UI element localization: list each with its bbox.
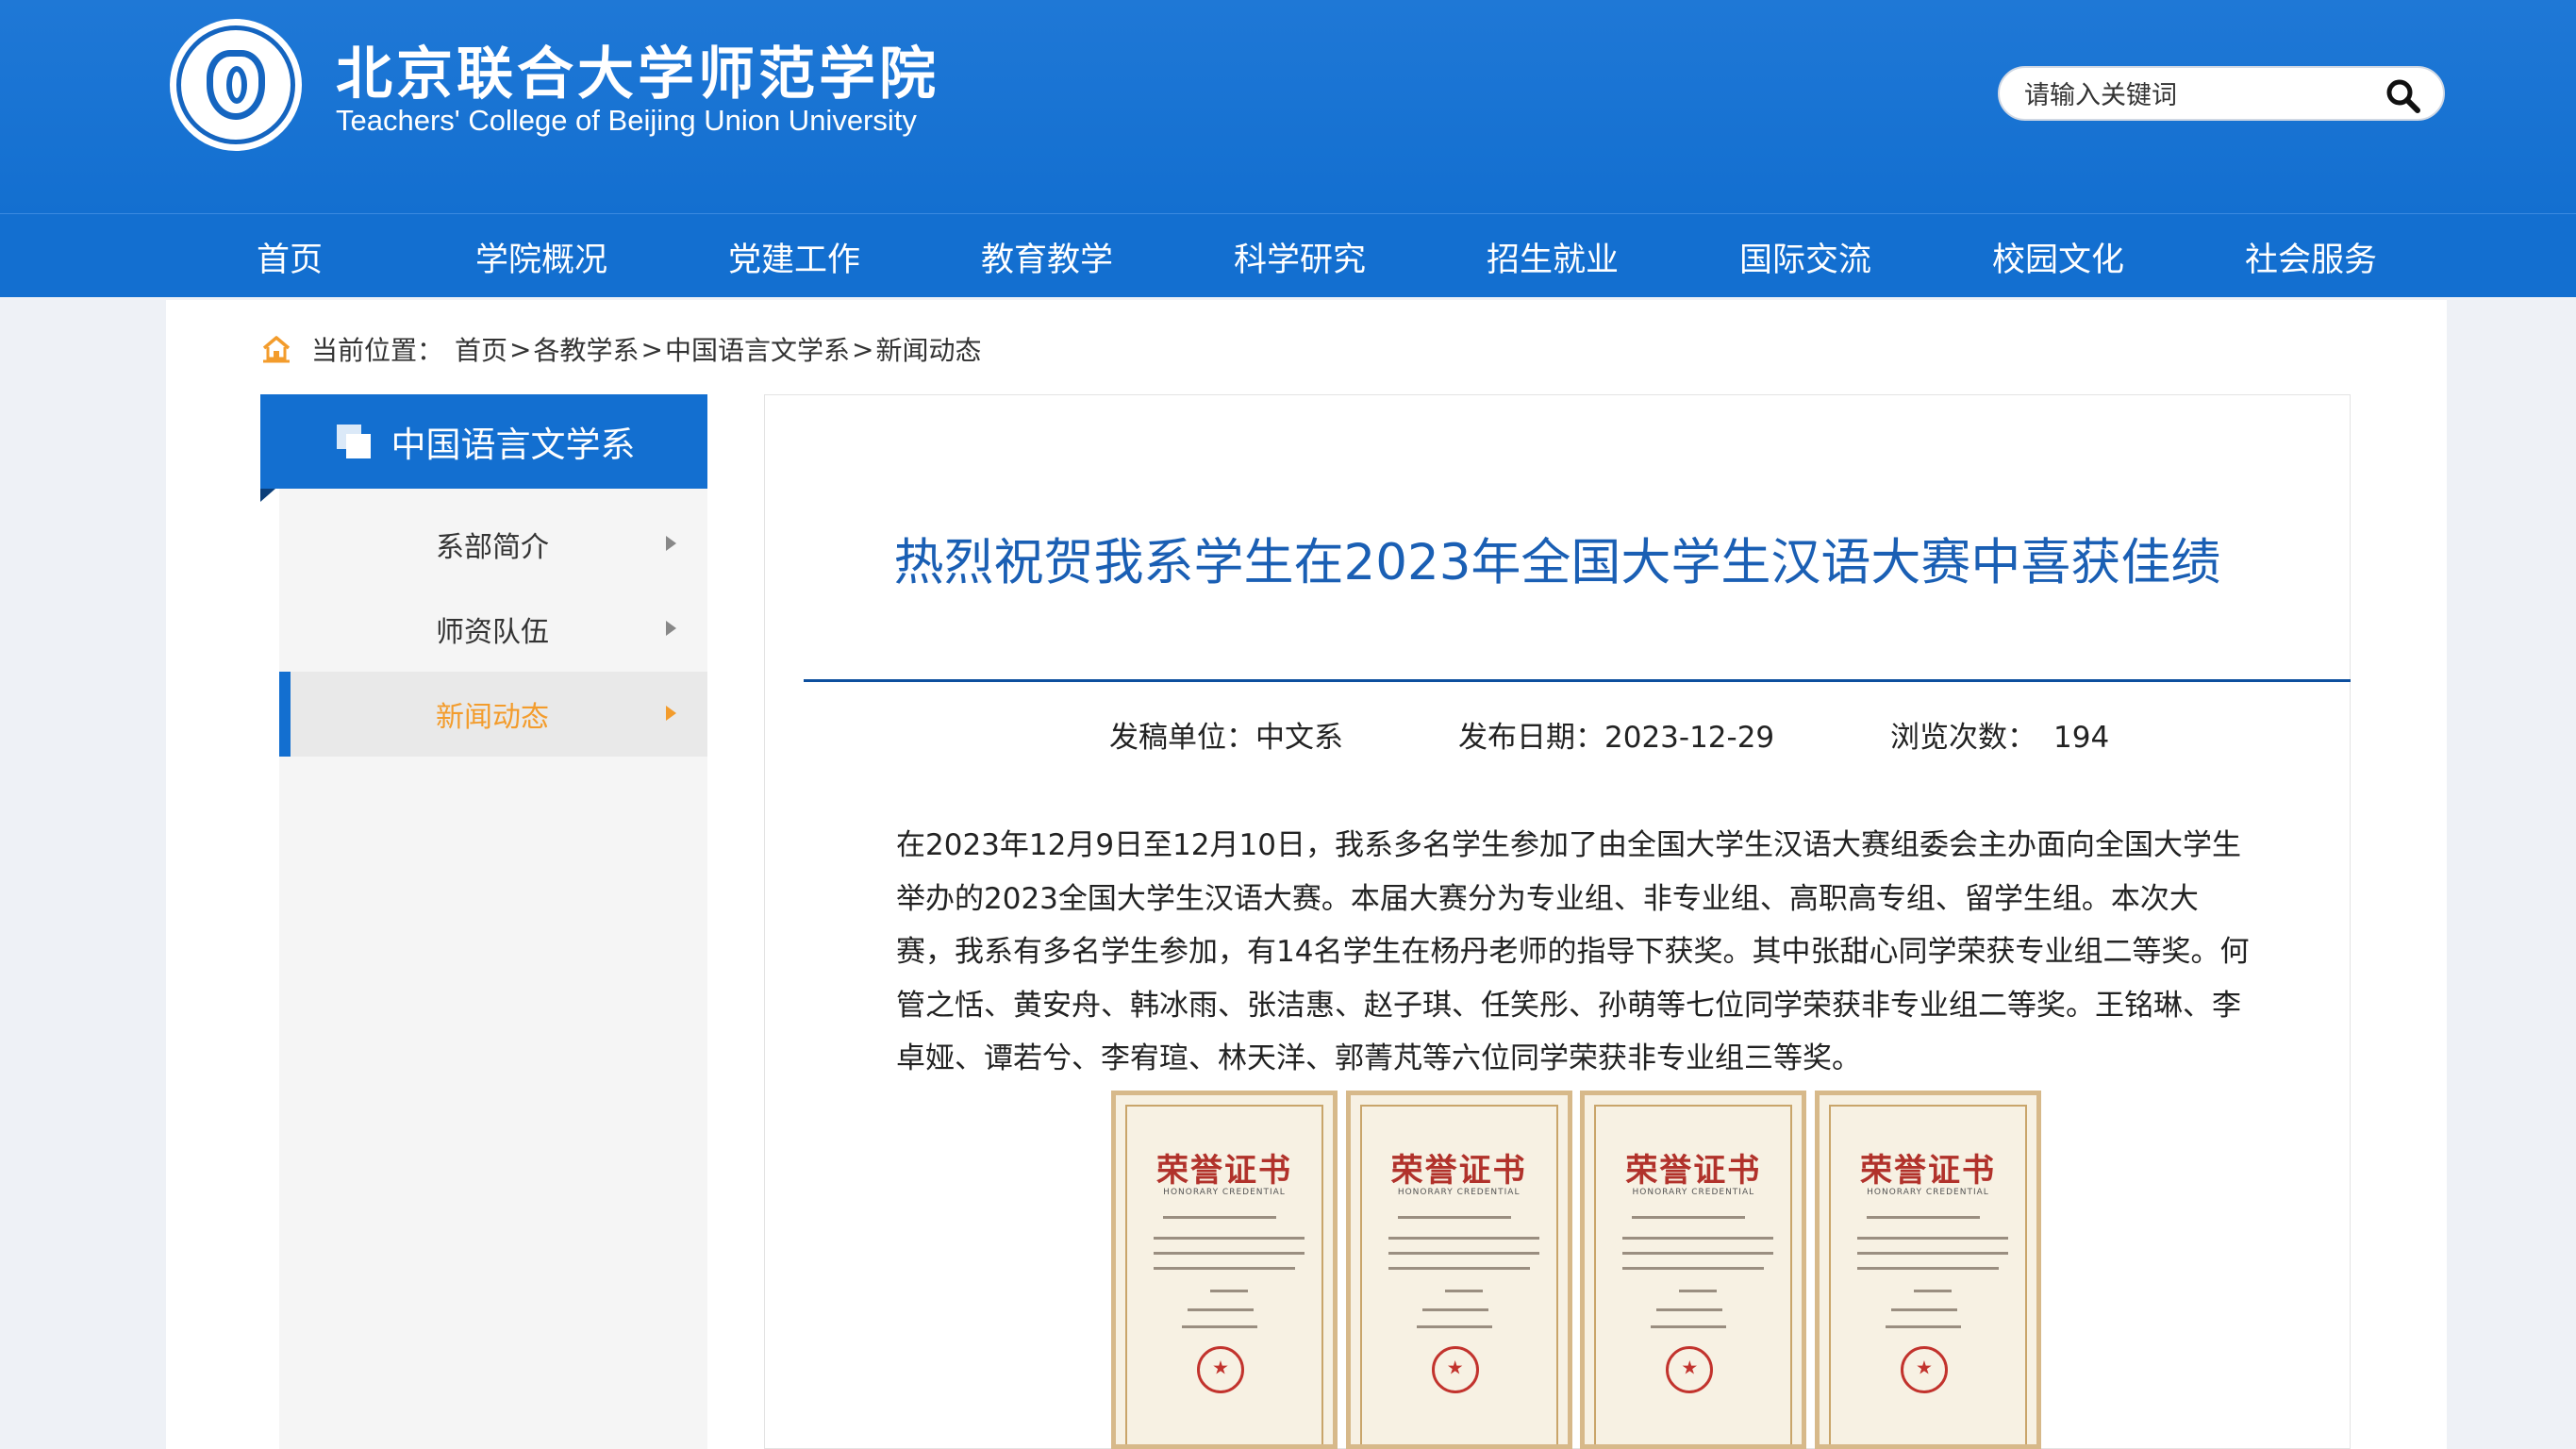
meta-unit-label: 发稿单位： bbox=[1109, 721, 1255, 755]
nav-item-service[interactable]: 社会服务 bbox=[2245, 233, 2377, 281]
search-input[interactable] bbox=[2022, 75, 2375, 115]
seal-icon bbox=[1666, 1346, 1714, 1393]
site-subtitle: Teachers' College of Beijing Union Unive… bbox=[336, 104, 917, 137]
nav-item-research[interactable]: 科学研究 bbox=[1234, 233, 1366, 281]
school-logo-icon[interactable] bbox=[170, 19, 302, 151]
certificate-title: 荣誉证书 bbox=[1390, 1152, 1527, 1190]
chevron-right-icon bbox=[666, 536, 676, 551]
certificate-subtitle: HONORARY CREDENTIAL bbox=[1632, 1188, 1755, 1197]
breadcrumb-label: 当前位置： bbox=[311, 335, 444, 366]
certificate-title: 荣誉证书 bbox=[1625, 1152, 1762, 1190]
breadcrumb-news[interactable]: 新闻动态 bbox=[875, 330, 981, 368]
chevron-right-icon bbox=[666, 706, 676, 721]
article-title: 热烈祝贺我系学生在2023年全国大学生汉语大赛中喜获佳绩 bbox=[893, 534, 2221, 591]
certificate-image: 荣誉证书 HONORARY CREDENTIAL bbox=[1814, 1091, 2041, 1449]
nav-item-home[interactable]: 首页 bbox=[257, 233, 323, 281]
sidebar-item-label: 新闻动态 bbox=[436, 701, 549, 734]
certificate-subtitle: HONORARY CREDENTIAL bbox=[1163, 1188, 1286, 1197]
article-body: 在2023年12月9日至12月10日，我系多名学生参加了由全国大学生汉语大赛组委… bbox=[896, 828, 2250, 1075]
sidebar-item-label: 师资队伍 bbox=[436, 616, 549, 649]
sidebar-title-text: 中国语言文学系 bbox=[391, 425, 636, 465]
seal-icon bbox=[1197, 1346, 1244, 1393]
sidebar-item-label: 系部简介 bbox=[436, 531, 549, 564]
certificate-gallery: 荣誉证书 HONORARY CREDENTIAL 荣誉证书 HONORARY C… bbox=[1111, 1091, 2041, 1449]
copy-icon bbox=[336, 425, 371, 458]
site-title[interactable]: 北京联合大学师范学院 bbox=[336, 28, 939, 110]
chevron-right-icon bbox=[666, 621, 676, 636]
sidebar-corner bbox=[260, 489, 275, 502]
home-icon bbox=[262, 336, 291, 363]
meta-views: 浏览次数： 194 bbox=[1890, 713, 2109, 756]
breadcrumb-chinese-dept[interactable]: 中国语言文学系 bbox=[665, 330, 850, 368]
breadcrumb: 当前位置： 首页 > 各教学系 > 中国语言文学系 > 新闻动态 bbox=[260, 328, 981, 370]
meta-views-value: 194 bbox=[2053, 721, 2110, 755]
breadcrumb-separator: > bbox=[640, 333, 663, 365]
sidebar-item-news[interactable]: 新闻动态 bbox=[279, 672, 707, 757]
certificate-image: 荣誉证书 HONORARY CREDENTIAL bbox=[1345, 1091, 1572, 1449]
sidebar-item-intro[interactable]: 系部简介 bbox=[279, 502, 707, 587]
nav-item-admission[interactable]: 招生就业 bbox=[1487, 233, 1619, 281]
meta-date-label: 发布日期： bbox=[1458, 721, 1604, 755]
certificate-image: 荣誉证书 HONORARY CREDENTIAL bbox=[1580, 1091, 1807, 1449]
site-header: 北京联合大学师范学院 Teachers' College of Beijing … bbox=[0, 0, 2576, 213]
certificate-subtitle: HONORARY CREDENTIAL bbox=[1867, 1188, 1989, 1197]
nav-item-education[interactable]: 教育教学 bbox=[981, 233, 1113, 281]
breadcrumb-separator: > bbox=[852, 333, 874, 365]
certificate-subtitle: HONORARY CREDENTIAL bbox=[1397, 1188, 1521, 1197]
breadcrumb-separator: > bbox=[509, 333, 532, 365]
certificate-title: 荣誉证书 bbox=[1156, 1152, 1292, 1190]
nav-item-party[interactable]: 党建工作 bbox=[728, 233, 860, 281]
certificate-title: 荣誉证书 bbox=[1859, 1152, 1996, 1190]
nav-item-campus[interactable]: 校园文化 bbox=[1992, 233, 2124, 281]
sidebar-item-faculty[interactable]: 师资队伍 bbox=[279, 587, 707, 672]
meta-date-value: 2023-12-29 bbox=[1604, 721, 1775, 755]
search-box bbox=[1998, 66, 2445, 121]
title-divider bbox=[804, 679, 2351, 682]
seal-icon bbox=[1900, 1346, 1948, 1393]
certificate-image: 荣誉证书 HONORARY CREDENTIAL bbox=[1111, 1091, 1338, 1449]
search-icon[interactable] bbox=[2383, 75, 2424, 117]
meta-unit: 发稿单位：中文系 bbox=[1109, 713, 1343, 756]
main-nav: 首页 学院概况 党建工作 教育教学 科学研究 招生就业 国际交流 校园文化 社会… bbox=[0, 213, 2576, 297]
nav-item-overview[interactable]: 学院概况 bbox=[475, 233, 607, 281]
meta-date: 发布日期：2023-12-29 bbox=[1458, 713, 1774, 756]
seal-icon bbox=[1431, 1346, 1479, 1393]
breadcrumb-departments[interactable]: 各教学系 bbox=[534, 330, 640, 368]
breadcrumb-home[interactable]: 首页 bbox=[455, 330, 507, 368]
meta-unit-value: 中文系 bbox=[1255, 721, 1343, 755]
nav-item-international[interactable]: 国际交流 bbox=[1739, 233, 1871, 281]
meta-views-label: 浏览次数： bbox=[1890, 721, 2036, 755]
sidebar-title: 中国语言文学系 bbox=[260, 394, 707, 489]
